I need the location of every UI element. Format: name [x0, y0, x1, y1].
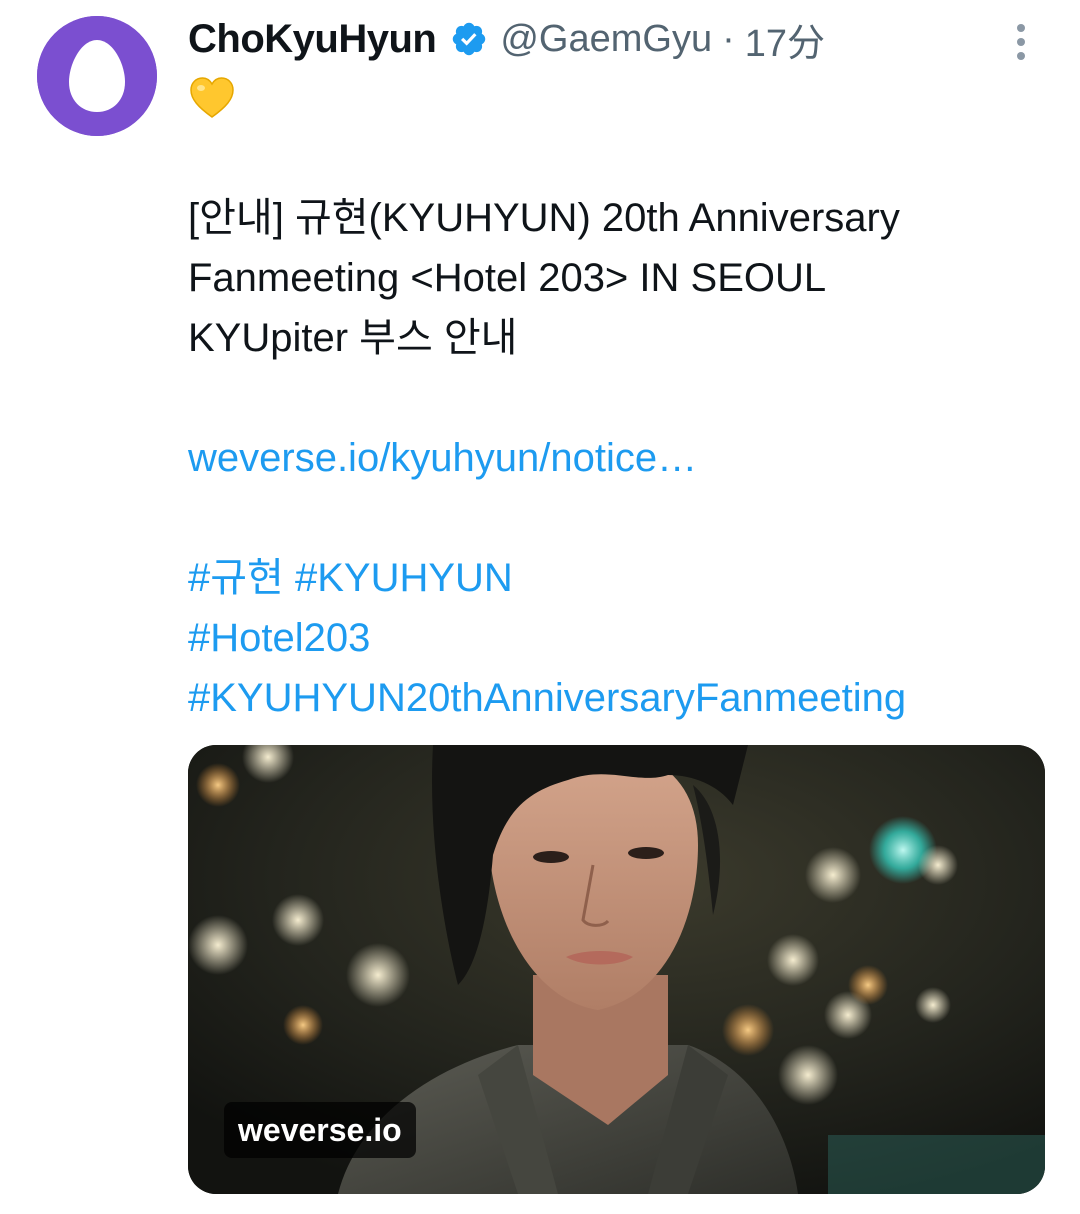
timestamp[interactable]: 17分 — [745, 12, 825, 67]
hashtag-line[interactable]: #KYUHYUN20thAnniversaryFanmeeting — [188, 668, 1058, 728]
text-line: [안내] 규현(KYUHYUN) 20th Anniversary — [188, 196, 900, 240]
avatar[interactable] — [37, 16, 157, 136]
author-handle[interactable]: @GaemGyu — [500, 18, 712, 61]
more-vertical-icon — [1017, 24, 1025, 60]
egg-avatar-icon — [37, 16, 157, 136]
more-options-button[interactable] — [1004, 20, 1038, 64]
text-line: Fanmeeting <Hotel 203> IN SEOUL — [188, 256, 827, 300]
text-line: KYUpiter 부스 안내 — [188, 316, 518, 360]
emoji-line — [188, 74, 1058, 128]
link-card-image[interactable]: weverse.io — [188, 745, 1045, 1194]
verified-badge-icon — [450, 20, 488, 58]
hashtag-line[interactable]: #Hotel203 — [188, 608, 1058, 668]
tweet[interactable]: ChoKyuHyun @GaemGyu · 17分 [안내] 규현(KYUHYU… — [0, 0, 1080, 1214]
yellow-heart-icon — [190, 77, 234, 118]
hashtag-line[interactable]: #규현 #KYUHYUN — [188, 548, 1058, 608]
card-domain-badge: weverse.io — [224, 1102, 416, 1158]
display-name[interactable]: ChoKyuHyun — [188, 17, 437, 62]
separator-dot: · — [722, 17, 735, 60]
tweet-text: [안내] 규현(KYUHYUN) 20th Anniversary Fanmee… — [188, 72, 1058, 728]
tweet-header: ChoKyuHyun @GaemGyu · 17分 — [188, 12, 825, 67]
notice-link[interactable]: weverse.io/kyuhyun/notice… — [188, 428, 1058, 488]
